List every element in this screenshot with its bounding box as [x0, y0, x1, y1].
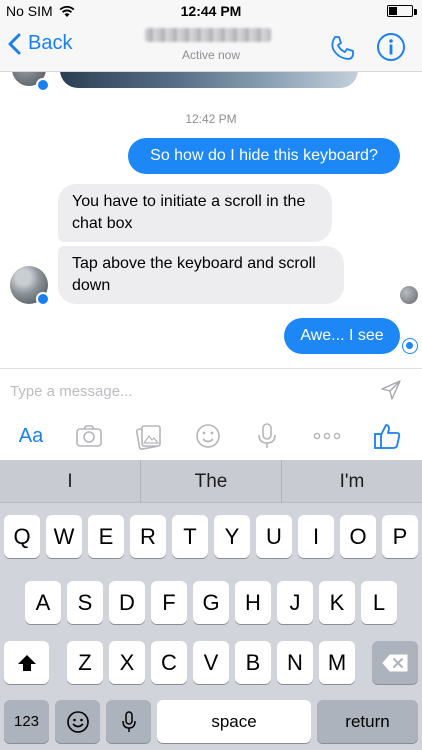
message-bubble-outgoing[interactable]: So how do I hide this keyboard?: [128, 138, 400, 174]
status-time: 12:44 PM: [180, 3, 242, 19]
message-bubble-outgoing[interactable]: Awe... I see: [284, 318, 400, 354]
suggestion-item[interactable]: I: [0, 460, 141, 503]
more-icon[interactable]: [310, 421, 344, 451]
key-u[interactable]: U: [256, 515, 292, 558]
gallery-icon[interactable]: [133, 421, 163, 451]
suggestion-item[interactable]: I'm: [282, 460, 422, 503]
microphone-icon: [121, 710, 136, 732]
message-bubble-incoming[interactable]: You have to initiate a scroll in the cha…: [58, 184, 332, 242]
key-d[interactable]: D: [109, 581, 145, 624]
space-key[interactable]: space: [157, 700, 311, 743]
chat-area[interactable]: 12:42 PM So how do I hide this keyboard?…: [0, 72, 422, 368]
key-b[interactable]: B: [235, 641, 271, 684]
like-icon[interactable]: [372, 421, 402, 451]
key-i[interactable]: I: [298, 515, 334, 558]
key-v[interactable]: V: [193, 641, 229, 684]
key-g[interactable]: G: [193, 581, 229, 624]
suggestion-item[interactable]: The: [141, 460, 282, 503]
key-y[interactable]: Y: [214, 515, 250, 558]
battery-icon: [387, 5, 413, 17]
key-f[interactable]: F: [151, 581, 187, 624]
emoji-key[interactable]: [55, 700, 100, 743]
phone-icon[interactable]: [328, 34, 356, 62]
text-style-button[interactable]: Aa: [14, 421, 48, 451]
key-n[interactable]: N: [277, 641, 313, 684]
camera-icon[interactable]: [74, 421, 104, 451]
read-receipt-avatar: [400, 286, 418, 304]
send-icon[interactable]: [380, 379, 402, 401]
contact-name-redacted[interactable]: [145, 28, 271, 42]
key-q[interactable]: Q: [4, 515, 40, 558]
return-key[interactable]: return: [317, 700, 418, 743]
key-p[interactable]: P: [382, 515, 418, 558]
microphone-icon[interactable]: [254, 421, 280, 451]
composer: Aa: [0, 368, 422, 460]
dictation-key[interactable]: [106, 700, 151, 743]
shift-arrow-icon: [17, 654, 36, 671]
message-bubble-incoming[interactable]: Tap above the keyboard and scroll down: [58, 246, 344, 304]
shift-key[interactable]: [4, 641, 49, 684]
key-w[interactable]: W: [46, 515, 82, 558]
nav-bar: Back Active now: [0, 22, 422, 72]
info-icon[interactable]: [376, 32, 406, 62]
key-s[interactable]: S: [67, 581, 103, 624]
key-t[interactable]: T: [172, 515, 208, 558]
battery-tip: [414, 9, 417, 15]
keyboard: I The I'm Q W E R T Y U I O P A S D F G …: [0, 460, 422, 750]
sticker-icon[interactable]: [193, 421, 223, 451]
suggestion-bar: I The I'm: [0, 460, 422, 503]
backspace-icon: [382, 654, 408, 671]
key-j[interactable]: J: [277, 581, 313, 624]
key-a[interactable]: A: [25, 581, 61, 624]
key-x[interactable]: X: [109, 641, 145, 684]
key-r[interactable]: R: [130, 515, 166, 558]
composer-toolbar: Aa: [0, 417, 422, 457]
key-o[interactable]: O: [340, 515, 376, 558]
messenger-badge-icon: [36, 292, 50, 306]
key-k[interactable]: K: [319, 581, 355, 624]
key-l[interactable]: L: [361, 581, 397, 624]
status-bar: No SIM 12:44 PM: [0, 0, 422, 22]
emoji-icon: [66, 710, 89, 733]
message-input[interactable]: [10, 379, 350, 403]
key-m[interactable]: M: [319, 641, 355, 684]
message-timestamp: 12:42 PM: [185, 112, 237, 126]
key-e[interactable]: E: [88, 515, 124, 558]
key-c[interactable]: C: [151, 641, 187, 684]
active-status: Active now: [181, 48, 241, 62]
shared-image-partial[interactable]: [60, 72, 358, 88]
sent-status-icon: [402, 338, 418, 354]
numbers-key[interactable]: 123: [4, 700, 49, 743]
messenger-badge-icon: [36, 78, 50, 92]
delete-key[interactable]: [372, 641, 418, 684]
key-z[interactable]: Z: [67, 641, 103, 684]
key-h[interactable]: H: [235, 581, 271, 624]
